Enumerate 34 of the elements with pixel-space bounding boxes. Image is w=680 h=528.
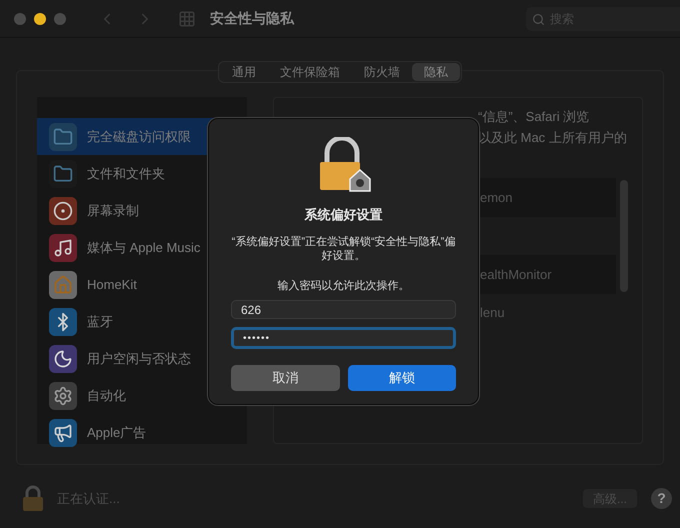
sidebar-item[interactable]: 文件和文件夹	[37, 155, 247, 192]
bluetooth-icon	[49, 308, 77, 336]
description-text: “信息”、Safari 浏览	[478, 108, 590, 126]
zoom-window-button[interactable]	[54, 12, 66, 24]
minimize-window-button[interactable]	[34, 12, 46, 24]
scrollbar[interactable]	[620, 180, 628, 292]
sidebar-item[interactable]: HomeKit	[37, 266, 247, 303]
house-icon	[49, 270, 77, 298]
grid-icon[interactable]	[178, 10, 196, 28]
username-field[interactable]: 626	[231, 300, 456, 319]
password-field[interactable]: ••••••	[231, 327, 456, 349]
tab[interactable]: 文件保险箱	[268, 63, 352, 81]
cancel-button[interactable]: 取消	[231, 365, 340, 391]
tab[interactable]: 防火墙	[352, 63, 412, 81]
sidebar-item[interactable]: Apple广告	[37, 414, 247, 451]
tab[interactable]: 隐私	[412, 63, 460, 81]
record-icon	[49, 196, 77, 224]
dialog-message: “系统偏好设置”正在尝试解锁“安全性与隐私”偏好设置。	[231, 234, 456, 262]
unlock-button[interactable]: 解锁	[348, 365, 456, 391]
tab[interactable]: 通用	[220, 63, 268, 81]
music-note-icon	[49, 234, 77, 262]
window-title: 安全性与隐私	[210, 9, 294, 28]
megaphone-icon	[49, 418, 77, 446]
folder-icon	[49, 160, 77, 188]
folder-icon	[49, 122, 77, 150]
help-button[interactable]: ?	[651, 488, 672, 509]
gear-icon	[49, 382, 77, 410]
close-window-button[interactable]	[14, 12, 26, 24]
lock-icon[interactable]	[22, 485, 44, 512]
search-icon	[532, 12, 545, 26]
dialog-prompt: 输入密码以允许此次操作。	[278, 278, 410, 294]
sidebar-item[interactable]: 屏幕录制	[37, 192, 247, 229]
dialog-title: 系统偏好设置	[304, 206, 382, 224]
moon-icon	[49, 344, 77, 372]
